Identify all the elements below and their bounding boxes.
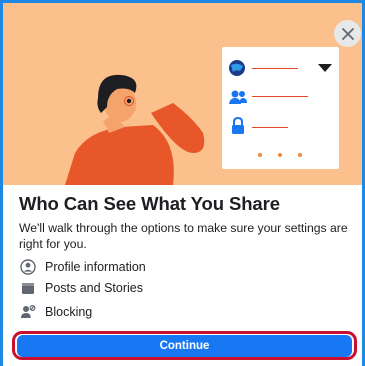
list-item-blocking: Blocking [19,303,92,321]
lock-icon [232,117,244,134]
hero-illustration [3,3,362,185]
dialog-description: We'll walk through the options to make s… [19,221,348,251]
friends-icon [229,90,247,104]
globe-icon [229,60,245,76]
privacy-card-illustration [222,47,339,169]
list-item-label: Profile information [45,260,146,274]
continue-button[interactable]: Continue [17,335,352,357]
close-icon [341,27,354,40]
dropdown-triangle-icon [318,64,332,72]
posts-icon [19,279,37,297]
close-button[interactable] [334,20,361,47]
list-item-posts-and-stories: Posts and Stories [19,279,143,297]
list-item-profile-information: Profile information [19,258,146,276]
list-item-label: Posts and Stories [45,281,143,295]
list-item-label: Blocking [45,305,93,319]
user-circle-icon [19,258,37,276]
blocking-icon [19,303,37,321]
dialog-content: Who Can See What You Share We'll walk th… [19,193,353,252]
more-dots-icon [258,153,318,159]
dialog-title: Who Can See What You Share [19,193,280,214]
